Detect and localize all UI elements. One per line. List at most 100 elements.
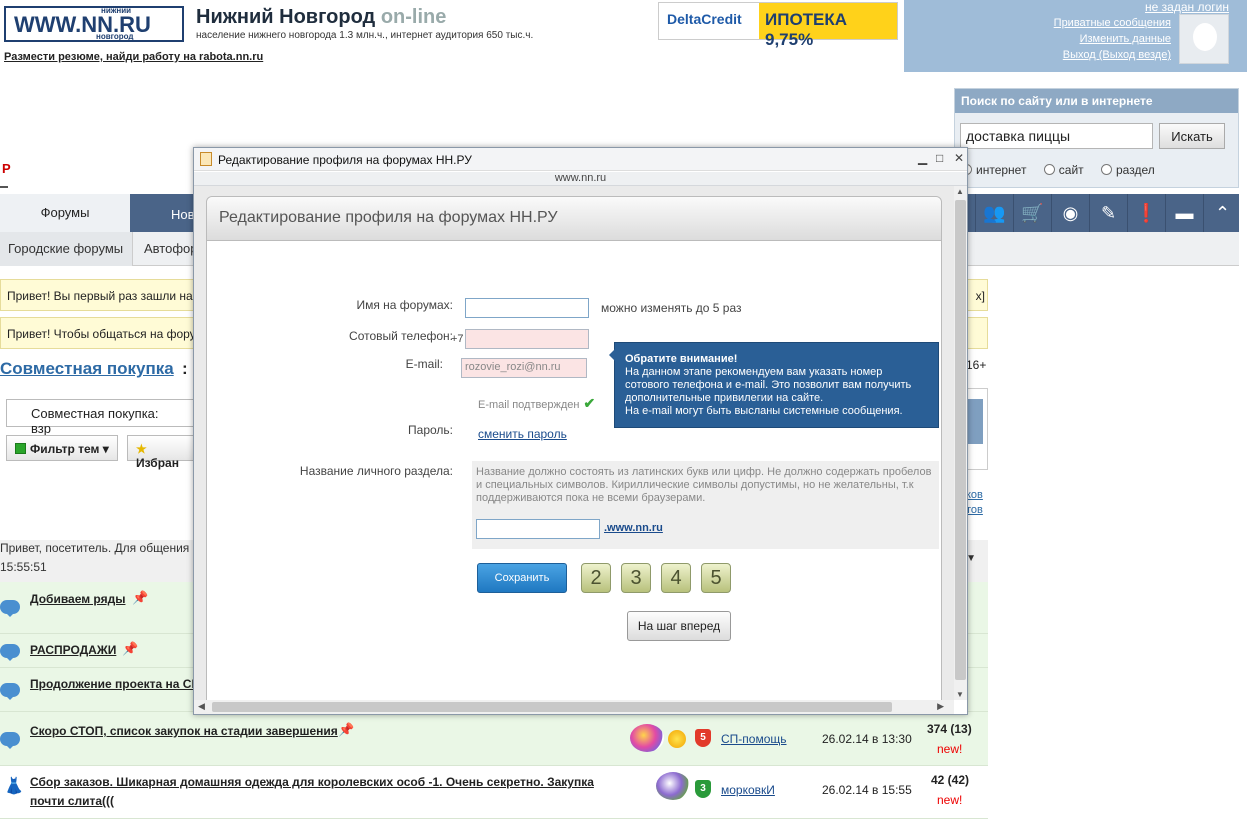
vertical-scrollbar[interactable]: ▲ ▼: [954, 186, 967, 700]
scroll-down-icon[interactable]: ▼: [956, 690, 964, 699]
section-input[interactable]: [476, 519, 600, 539]
alert-icon[interactable]: ❗: [1127, 194, 1165, 232]
pin-icon: 📌: [122, 641, 139, 656]
notice-close[interactable]: x]: [976, 289, 985, 303]
topic-title[interactable]: Скоро СТОП, список закупок на стадии зав…: [30, 724, 338, 738]
topic-title[interactable]: Сбор заказов. Шикарная домашняя одежда д…: [30, 773, 630, 811]
password-label: Пароль:: [408, 423, 453, 437]
private-messages-link[interactable]: Приватные сообщения: [1054, 17, 1171, 29]
search-button[interactable]: Искать: [1159, 123, 1225, 149]
logout-link[interactable]: Выход (Выход везде): [1063, 49, 1171, 61]
step-5-button[interactable]: 5: [701, 563, 731, 593]
tab-auto-forums[interactable]: Автофор: [144, 232, 198, 266]
scope-internet[interactable]: интернет: [961, 163, 1026, 177]
chat-icon[interactable]: ▬: [1165, 194, 1203, 232]
topic-author[interactable]: СП-помощь: [721, 732, 787, 746]
site-logo[interactable]: нижний WWW.NN.RU новгород: [4, 6, 184, 42]
dialog-window-title: Редактирование профиля на форумах НН.РУ: [218, 153, 472, 167]
dialog-titlebar[interactable]: Редактирование профиля на форумах НН.РУ …: [194, 148, 967, 171]
topic-date: 26.02.14 в 13:30: [822, 732, 912, 746]
profile-edit-dialog: Редактирование профиля на форумах НН.РУ …: [193, 147, 968, 715]
tab-forums[interactable]: Форумы: [0, 194, 130, 232]
change-password-link[interactable]: сменить пароль: [478, 427, 567, 441]
close-icon[interactable]: ✕: [954, 151, 964, 165]
dialog-url: www.nn.ru: [194, 172, 967, 186]
sun-icon: [668, 730, 686, 748]
scroll-up-icon[interactable]: ▲: [956, 187, 964, 196]
rank-badge-icon: 5: [695, 729, 711, 747]
topic-bubble-icon: [0, 683, 20, 700]
topic-author[interactable]: морковкИ: [721, 783, 775, 797]
filter-icon: [15, 443, 26, 454]
side-link[interactable]: тов: [966, 503, 983, 518]
step-2-button[interactable]: 2: [581, 563, 611, 593]
dress-icon: 👗: [4, 778, 24, 795]
scroll-right-icon[interactable]: ▶: [937, 701, 944, 712]
scope-site[interactable]: сайт: [1043, 163, 1084, 177]
section-note: Название должно состоять из латинских бу…: [476, 466, 932, 504]
pin-icon: 📌: [132, 590, 149, 605]
side-links: ков тов: [966, 488, 983, 518]
tab-city-forums[interactable]: Городские форумы: [0, 232, 133, 266]
tooltip-text: На данном этапе рекомендуем вам указать …: [625, 366, 912, 404]
horizontal-scrollbar[interactable]: ◀ ▶: [194, 700, 954, 714]
flower-icon: [656, 772, 690, 800]
pin-icon: 📌: [338, 722, 355, 737]
pencil-icon[interactable]: ✎: [1089, 194, 1127, 232]
topic-title[interactable]: РАСПРОДАЖИ: [30, 643, 116, 657]
step-3-button[interactable]: 3: [621, 563, 651, 593]
star-icon: ★: [136, 442, 147, 456]
new-badge: new!: [937, 793, 963, 807]
heading-colon: :: [182, 359, 188, 378]
checkmark-icon: ✔: [583, 395, 596, 411]
banner-right: ИПОТЕКА 9,75%: [759, 3, 897, 49]
ad-banner[interactable]: DeltaCredit ИПОТЕКА 9,75%: [658, 2, 898, 49]
minimize-icon[interactable]: ▁: [918, 151, 927, 165]
forum-select[interactable]: Совместная покупка: взр: [6, 399, 194, 436]
change-data-link[interactable]: Изменить данные: [1080, 33, 1171, 45]
section-box: Название должно состоять из латинских бу…: [472, 461, 939, 549]
search-input[interactable]: [960, 123, 1153, 149]
radio-icon: [1101, 164, 1112, 175]
profile-panel: Редактирование профиля на форумах НН.РУ …: [206, 196, 942, 700]
topic-title[interactable]: Добиваем ряды: [30, 592, 125, 606]
up-icon[interactable]: ⌃: [1203, 194, 1241, 232]
eye-icon[interactable]: ◉: [1051, 194, 1089, 232]
avatar[interactable]: [1179, 14, 1229, 64]
resume-link[interactable]: Размести резюме, найди работу на rabota.…: [4, 51, 263, 63]
topic-row: 👗 Сбор заказов. Шикарная домашняя одежда…: [0, 766, 988, 819]
side-link[interactable]: ков: [966, 488, 983, 503]
phone-label: Сотовый телефон:: [349, 329, 453, 343]
topic-bubble-icon: [0, 600, 20, 617]
scroll-left-icon[interactable]: ◀: [198, 701, 205, 712]
next-step-button[interactable]: На шаг вперед: [627, 611, 731, 641]
nick-input[interactable]: [465, 298, 589, 318]
phone-input[interactable]: [465, 329, 589, 349]
user-box: не задан логин Приватные сообщения Измен…: [904, 0, 1247, 72]
scroll-thumb[interactable]: [212, 702, 892, 712]
tab-news[interactable]: Нов: [171, 207, 195, 222]
scope-section[interactable]: раздел: [1101, 163, 1155, 177]
step-4-button[interactable]: 4: [661, 563, 691, 593]
filter-button[interactable]: Фильтр тем ▾: [6, 435, 118, 461]
banner-text: ИПОТЕКА 9,75%: [765, 10, 848, 49]
favorites-button[interactable]: ★ Избран: [127, 435, 197, 470]
email-confirmed: E-mail подтвержден ✔: [478, 395, 595, 412]
scroll-thumb[interactable]: [955, 200, 966, 680]
cart-icon[interactable]: 🛒: [1013, 194, 1051, 232]
email-input[interactable]: rozovie_rozi@nn.ru: [461, 358, 587, 378]
login-link[interactable]: не задан логин: [1145, 0, 1229, 14]
search-scope: интернет сайт раздел: [961, 163, 1169, 177]
tooltip-text-2: На e-mail могут быть высланы системные с…: [625, 405, 903, 417]
notice-text: Привет! Чтобы общаться на фору: [7, 327, 196, 341]
topic-row: Скоро СТОП, список закупок на стадии зав…: [0, 712, 988, 766]
rank-badge-icon: 3: [695, 780, 711, 798]
maximize-icon[interactable]: □: [936, 151, 943, 165]
banner-brand: DeltaCredit: [667, 11, 742, 27]
divider: [0, 186, 8, 188]
save-button[interactable]: Сохранить: [477, 563, 567, 593]
forum-heading[interactable]: Совместная покупка: [0, 359, 174, 379]
topic-bubble-icon: [0, 644, 20, 661]
topic-title[interactable]: Продолжение проекта на СП: [30, 677, 200, 691]
people-icon[interactable]: 👥: [975, 194, 1013, 232]
